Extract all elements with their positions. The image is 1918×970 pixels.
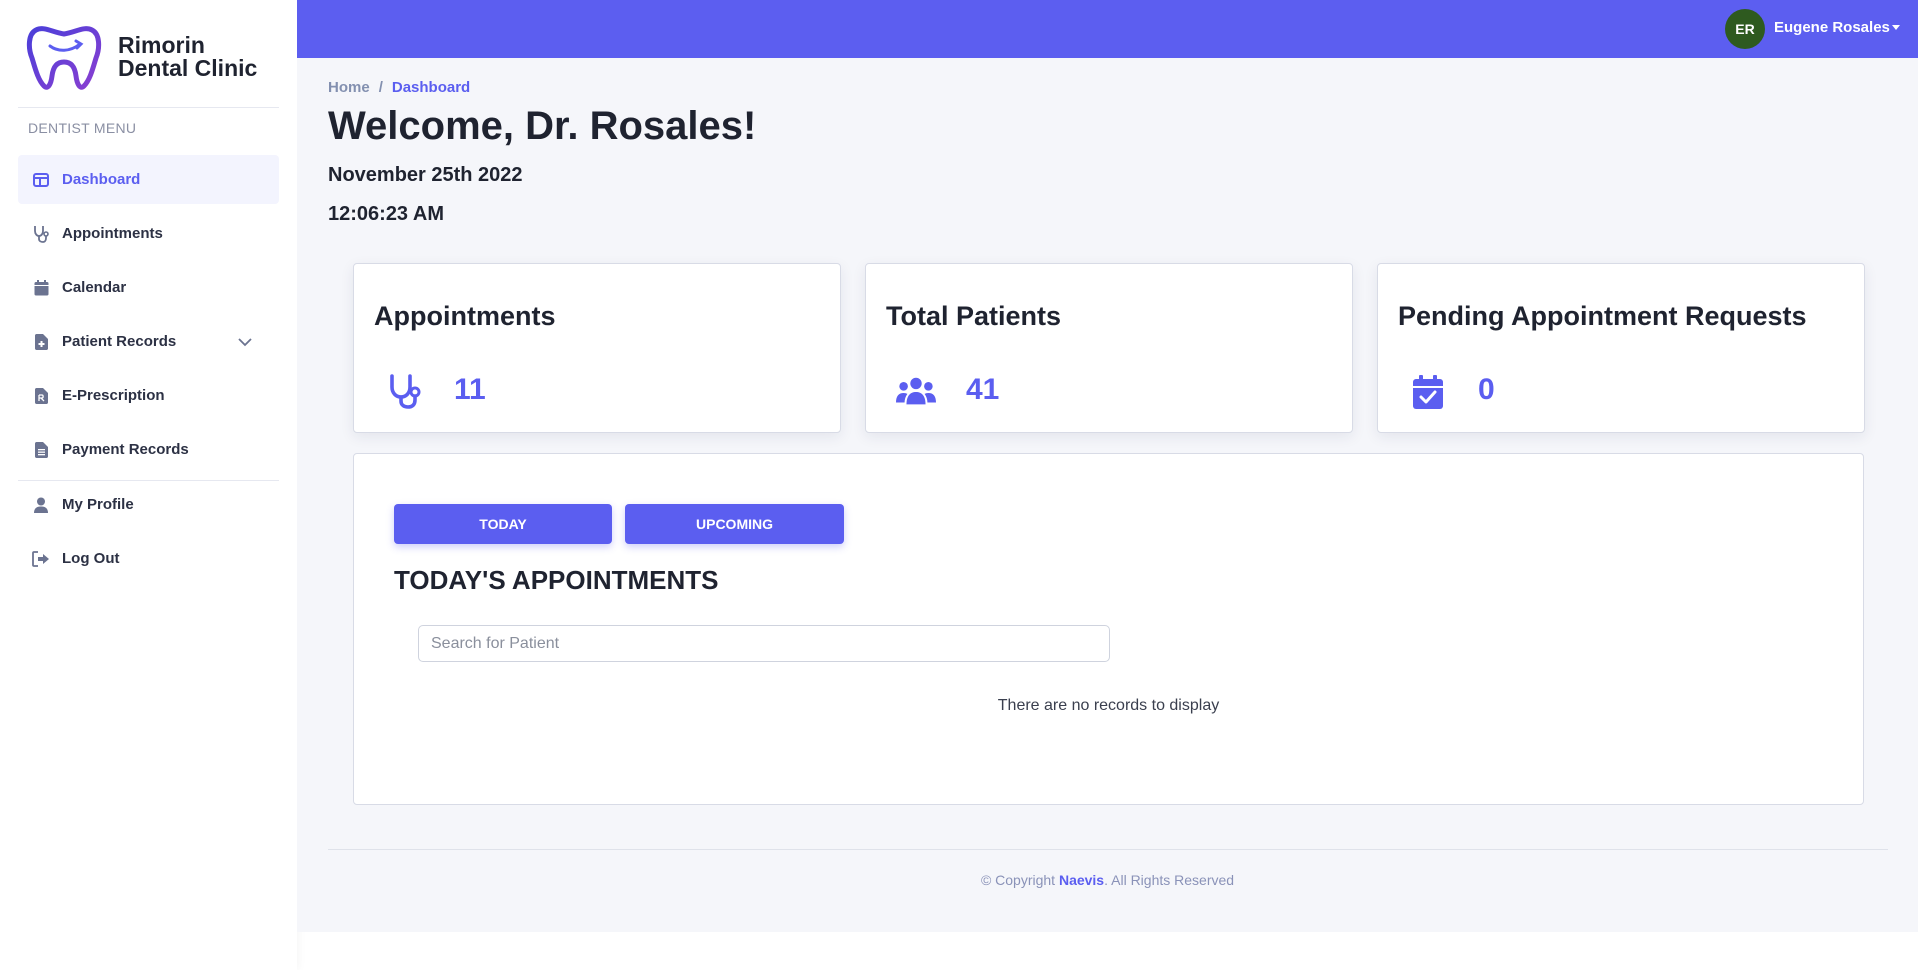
sidebar-item-patient-records[interactable]: Patient Records: [18, 317, 279, 366]
card-total-patients[interactable]: Total Patients 41: [865, 263, 1353, 433]
sidebar: Rimorin Dental Clinic DENTIST MENU Dashb…: [0, 0, 297, 970]
caret-down-icon[interactable]: [1892, 25, 1900, 30]
sidebar-item-calendar[interactable]: Calendar: [18, 263, 279, 312]
calendar-check-icon: [1408, 372, 1448, 412]
card-value: 0: [1478, 373, 1495, 406]
file-medical-icon: [32, 333, 50, 351]
card-title: Total Patients: [886, 301, 1062, 331]
card-pending-requests[interactable]: Pending Appointment Requests 0: [1377, 263, 1865, 433]
sidebar-item-label: Dashboard: [62, 171, 141, 188]
sidebar-item-label: Calendar: [62, 279, 127, 296]
footer: © Copyright Naevis. All Rights Reserved: [297, 872, 1918, 888]
file-prescription-icon: [32, 387, 50, 405]
card-value: 11: [454, 373, 486, 406]
empty-state-message: There are no records to display: [997, 697, 1220, 714]
file-invoice-icon: [32, 441, 50, 459]
brand[interactable]: Rimorin Dental Clinic: [26, 24, 288, 90]
sidebar-item-label: Patient Records: [62, 333, 177, 350]
sidebar-item-e-prescription[interactable]: E-Prescription: [18, 371, 279, 420]
layout-icon: [32, 171, 50, 189]
current-date: November 25th 2022: [328, 164, 523, 186]
user-menu-name[interactable]: Eugene Rosales: [1774, 19, 1890, 36]
sidebar-item-my-profile[interactable]: My Profile: [18, 480, 279, 529]
card-value: 41: [966, 373, 1000, 406]
sidebar-item-log-out[interactable]: Log Out: [18, 534, 279, 583]
breadcrumb-home[interactable]: Home: [328, 79, 370, 96]
topbar: ER Eugene Rosales: [297, 0, 1918, 58]
page-title: Welcome, Dr. Rosales!: [328, 104, 757, 148]
search-input[interactable]: [418, 625, 1110, 662]
breadcrumb-current: Dashboard: [391, 79, 471, 96]
tab-upcoming[interactable]: UPCOMING: [625, 504, 844, 544]
divider: [18, 107, 279, 108]
main-content: ER Eugene Rosales Home / Dashboard Welco…: [297, 0, 1918, 932]
stethoscope-icon: [32, 225, 50, 243]
footer-suffix: . All Rights Reserved: [1104, 872, 1235, 888]
sidebar-item-label: Log Out: [62, 550, 120, 567]
sidebar-item-dashboard[interactable]: Dashboard: [18, 155, 279, 204]
clinic-name-line1: Rimorin: [118, 32, 205, 58]
users-icon: [896, 372, 936, 412]
chevron-down-icon[interactable]: [237, 334, 253, 350]
sidebar-item-label: My Profile: [62, 496, 134, 513]
current-time: 12:06:23 AM: [328, 203, 444, 225]
card-appointments[interactable]: Appointments 11: [353, 263, 841, 433]
clinic-name-line2: Dental Clinic: [118, 55, 258, 81]
sign-out-icon: [32, 550, 50, 568]
sidebar-item-payment-records[interactable]: Payment Records: [18, 425, 279, 474]
sidebar-item-label: Payment Records: [62, 441, 189, 458]
tooth-logo-icon: [26, 26, 102, 90]
user-icon: [32, 496, 50, 514]
breadcrumb-separator: /: [378, 79, 383, 96]
menu-heading: DENTIST MENU: [28, 120, 137, 136]
sidebar-item-appointments[interactable]: Appointments: [18, 209, 279, 258]
footer-divider: [328, 849, 1888, 850]
calendar-icon: [32, 279, 50, 297]
sidebar-item-label: E-Prescription: [62, 387, 165, 404]
avatar[interactable]: ER: [1725, 9, 1765, 49]
card-title: Pending Appointment Requests: [1398, 301, 1807, 331]
sidebar-item-label: Appointments: [62, 225, 163, 242]
clinic-name: Rimorin Dental Clinic: [118, 34, 288, 80]
footer-brand-link[interactable]: Naevis: [1059, 872, 1104, 888]
section-title: TODAY'S APPOINTMENTS: [394, 565, 719, 595]
appointments-panel: TODAY UPCOMING TODAY'S APPOINTMENTS Ther…: [353, 453, 1864, 805]
stethoscope-icon: [384, 372, 424, 412]
tab-today[interactable]: TODAY: [394, 504, 612, 544]
card-title: Appointments: [374, 301, 556, 331]
breadcrumb: Home / Dashboard: [328, 79, 470, 96]
footer-prefix: © Copyright: [980, 872, 1056, 888]
